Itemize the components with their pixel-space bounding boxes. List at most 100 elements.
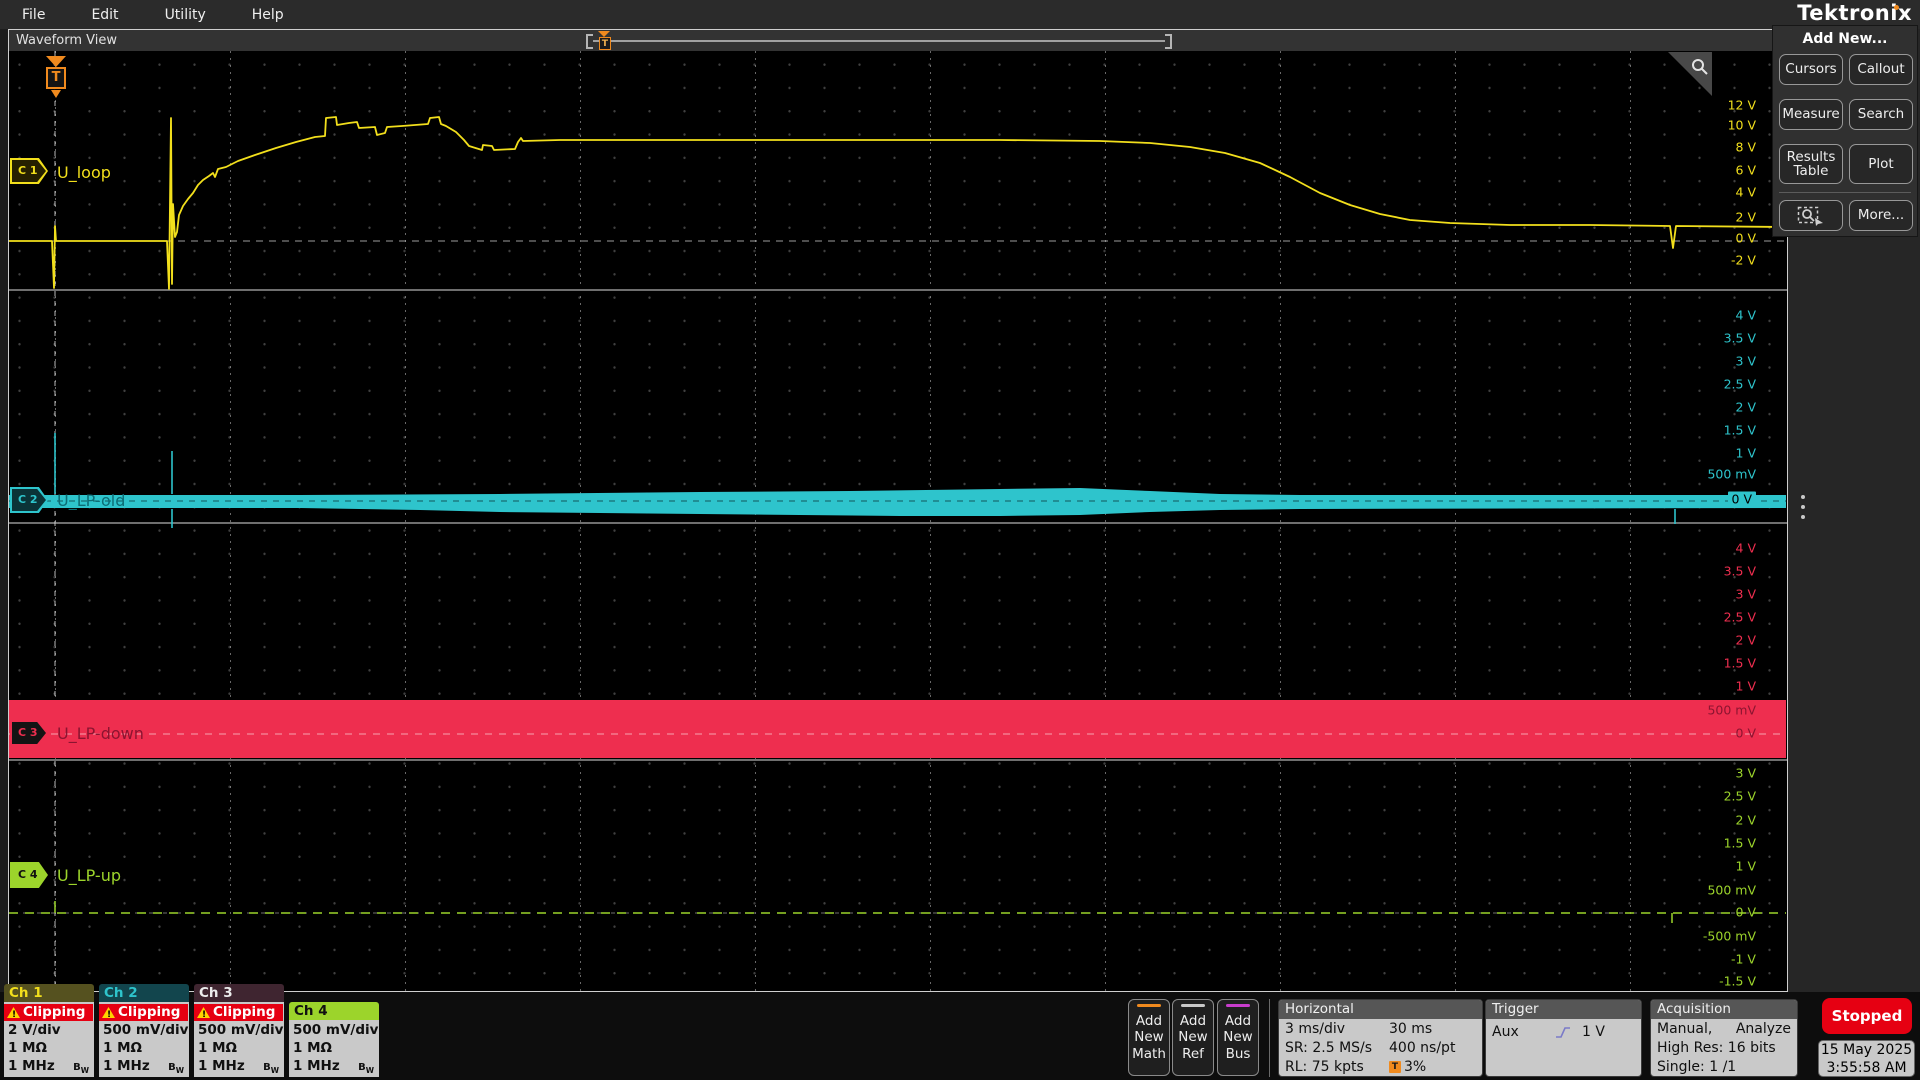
palette-divider — [1779, 192, 1911, 193]
channel-badge-ch1[interactable]: Ch 1Clipping2 V/div1 MΩ1 MHzBW — [4, 984, 94, 1077]
menu-item-edit[interactable]: Edit — [91, 7, 118, 23]
axis-tick-label: 1.5 V — [1723, 422, 1756, 438]
record-view-bracket-right — [1165, 34, 1172, 49]
axis-tick-label: 0 V — [1727, 491, 1756, 507]
run-stop-status[interactable]: Stopped — [1822, 998, 1912, 1034]
horizontal-sample-rate: SR: 2.5 MS/s — [1285, 1040, 1373, 1056]
axis-tick-label: 3 V — [1735, 353, 1756, 369]
channel-scale: 500 mV/div — [293, 1022, 379, 1038]
channel-impedance: 1 MΩ — [198, 1040, 238, 1056]
waveform-canvas — [9, 51, 1787, 991]
axis-tick-label: 4 V — [1735, 307, 1756, 323]
acquisition-mode: Manual, — [1657, 1021, 1713, 1037]
warning-icon — [7, 1007, 20, 1018]
accent-line — [1137, 1004, 1161, 1007]
acquisition-analyze: Analyze — [1735, 1021, 1791, 1037]
channel-badge-title: Ch 1 — [4, 984, 94, 1002]
menu-item-file[interactable]: File — [22, 7, 45, 23]
axis-tick-label: 3.5 V — [1723, 563, 1756, 579]
waveform-view-titlebar: Waveform View T — [9, 30, 1787, 51]
clipping-warning: Clipping — [194, 1004, 283, 1021]
sidebar-button-callout[interactable]: Callout — [1849, 54, 1913, 85]
sidebar-button-plot[interactable]: Plot — [1849, 144, 1913, 184]
trigger-panel[interactable]: Trigger Aux 1 V — [1485, 999, 1642, 1077]
trigger-panel-title: Trigger — [1486, 1000, 1641, 1019]
axis-tick-label: -1.5 V — [1719, 973, 1756, 989]
date-label: 15 May 2025 — [1820, 1042, 1913, 1058]
bandwidth-limit-icon: BW — [358, 1062, 374, 1075]
axis-tick-label: 500 mV — [1707, 702, 1756, 718]
horizontal-resolution: 400 ns/pt — [1389, 1040, 1456, 1056]
menu-bar: File Edit Utility Help — [0, 0, 1920, 29]
add-new-bus-button[interactable]: Add New Bus — [1217, 999, 1259, 1076]
channel-badge-title: Ch 2 — [99, 984, 189, 1002]
trigger-marker-icon[interactable]: T — [46, 67, 66, 89]
axis-tick-label: 2.5 V — [1723, 376, 1756, 392]
settings-divider — [1269, 999, 1270, 1077]
clipping-warning: Clipping — [99, 1004, 188, 1021]
record-view-line — [593, 40, 1165, 42]
trigger-marker-triangle[interactable] — [46, 56, 66, 67]
channel-impedance: 1 MΩ — [8, 1040, 48, 1056]
menu-item-utility[interactable]: Utility — [165, 7, 206, 23]
panel-splitter-grip[interactable] — [1801, 495, 1805, 519]
zoom-mode-button[interactable] — [1779, 200, 1843, 231]
sidebar-button-results-table[interactable]: Results Table — [1779, 144, 1843, 184]
acquisition-panel[interactable]: Acquisition Manual, Analyze High Res: 16 … — [1650, 999, 1798, 1077]
record-trigger-marker-icon[interactable]: T — [599, 37, 611, 50]
waveform-view-window: Waveform View T 0 s3 ms6 ms9 ms12 ms15 m… — [8, 29, 1788, 1034]
axis-tick-label: 2 V — [1735, 632, 1756, 648]
channel-badge-ch2[interactable]: Ch 2Clipping500 mV/div1 MΩ1 MHzBW — [99, 984, 189, 1077]
horizontal-panel-title: Horizontal — [1279, 1000, 1482, 1019]
add-new-math-button[interactable]: Add New Math — [1128, 999, 1170, 1076]
add-new-title: Add New... — [1802, 31, 1888, 47]
horizontal-record-length: RL: 75 kpts — [1285, 1059, 1364, 1075]
channel-impedance: 1 MΩ — [293, 1040, 333, 1056]
axis-tick-label: 2.5 V — [1723, 609, 1756, 625]
sidebar-button-search[interactable]: Search — [1849, 99, 1913, 130]
accent-line — [1181, 1004, 1205, 1007]
waveform-plot-area[interactable]: 0 s3 ms6 ms9 ms12 ms15 ms18 ms21 ms24 ms… — [9, 51, 1787, 1034]
axis-tick-label: 8 V — [1735, 139, 1756, 155]
trigger-source: Aux — [1492, 1024, 1519, 1040]
channel-name-label-2[interactable]: U_LP-old — [57, 491, 125, 510]
channel-name-label-1[interactable]: U_loop — [57, 163, 111, 182]
horizontal-panel[interactable]: Horizontal 3 ms/div 30 ms SR: 2.5 MS/s 400… — [1278, 999, 1483, 1077]
sidebar-button-cursors[interactable]: Cursors — [1779, 54, 1843, 85]
time-label: 3:55:58 AM — [1826, 1059, 1907, 1076]
axis-tick-label: 1 V — [1735, 858, 1756, 874]
axis-tick-label: 3.5 V — [1723, 330, 1756, 346]
bandwidth-limit-icon: BW — [168, 1062, 184, 1075]
axis-tick-label: 2 V — [1735, 399, 1756, 415]
bandwidth-limit-icon: BW — [73, 1062, 89, 1075]
axis-tick-label: 2 V — [1735, 209, 1756, 225]
channel-badge-ch4[interactable]: Ch 4 500 mV/div 1 MΩ 1 MHz BW — [289, 1002, 379, 1077]
channel-scale: 500 mV/div — [103, 1022, 189, 1038]
waveform-view-title: Waveform View — [16, 33, 117, 48]
warning-icon — [102, 1007, 115, 1018]
horizontal-window: 30 ms — [1389, 1021, 1433, 1037]
more-button[interactable]: More... — [1849, 200, 1913, 231]
accent-line — [1226, 1004, 1250, 1007]
sidebar-button-measure[interactable]: Measure — [1779, 99, 1843, 130]
axis-tick-label: 4 V — [1735, 540, 1756, 556]
axis-tick-label: 12 V — [1727, 97, 1756, 113]
bandwidth-limit-icon: BW — [263, 1062, 279, 1075]
acquisition-panel-title: Acquisition — [1651, 1000, 1797, 1019]
clipping-warning: Clipping — [4, 1004, 93, 1021]
zoom-select-icon — [1797, 206, 1823, 226]
axis-tick-label: 10 V — [1727, 117, 1756, 133]
add-new-ref-button[interactable]: Add New Ref — [1172, 999, 1214, 1076]
channel-scale: 500 mV/div — [198, 1022, 284, 1038]
channel-name-label-3[interactable]: U_LP-down — [57, 724, 144, 743]
axis-tick-label: 3 V — [1735, 586, 1756, 602]
axis-tick-label: 0 V — [1735, 904, 1756, 920]
axis-tick-label: 3 V — [1735, 765, 1756, 781]
horizontal-trigger-pos: 3% — [1404, 1059, 1427, 1075]
menu-item-help[interactable]: Help — [252, 7, 284, 23]
channel-badge-ch3[interactable]: Ch 3Clipping500 mV/div1 MΩ1 MHzBW — [194, 984, 284, 1077]
channel-name-label-4[interactable]: U_LP-up — [57, 866, 121, 885]
trigger-marker-arrow — [51, 90, 61, 98]
acquisition-single: Single: 1 /1 — [1657, 1059, 1737, 1075]
axis-tick-label: 500 mV — [1707, 882, 1756, 898]
